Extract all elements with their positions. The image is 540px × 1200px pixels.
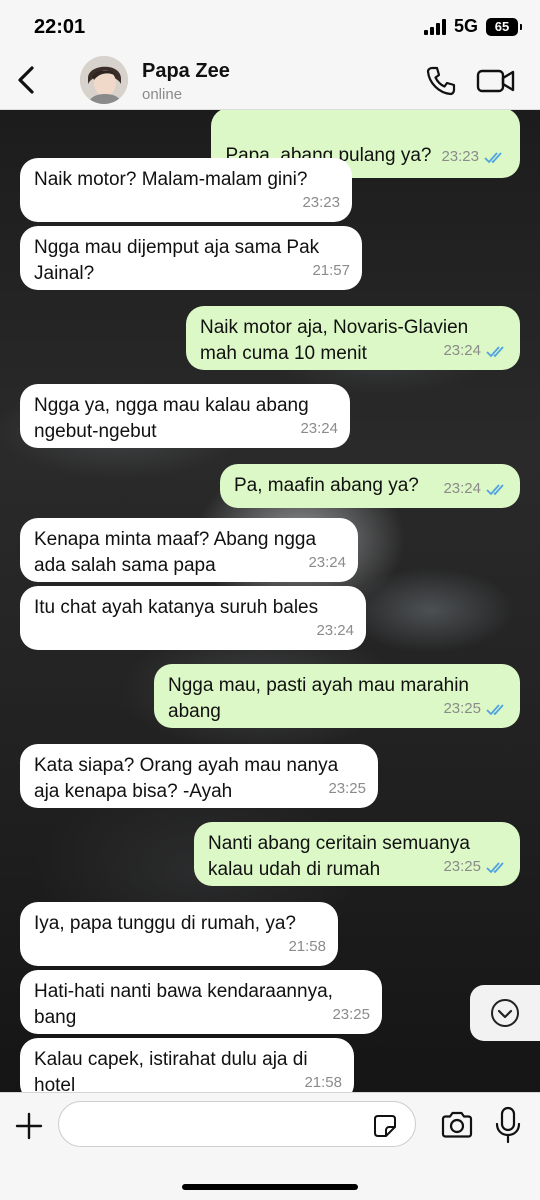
chat-area[interactable]: Papa, abang pulang ya? 23:23 Naik motor? … bbox=[0, 110, 540, 1092]
message-text: Kenapa minta maaf? Abang ngga ada salah … bbox=[34, 529, 317, 576]
message-incoming[interactable]: Kenapa minta maaf? Abang ngga ada salah … bbox=[20, 518, 358, 582]
avatar[interactable] bbox=[80, 56, 128, 104]
message-incoming[interactable]: Naik motor? Malam-malam gini? 23:23 bbox=[20, 158, 352, 222]
plus-icon[interactable] bbox=[14, 1111, 44, 1141]
message-outgoing[interactable]: Pa, maafin abang ya? 23:24 bbox=[220, 464, 520, 508]
message-outgoing[interactable]: Ngga mau, pasti ayah mau marahin abang 2… bbox=[154, 664, 520, 728]
message-composer bbox=[0, 1092, 540, 1200]
microphone-icon[interactable] bbox=[494, 1105, 522, 1145]
message-incoming[interactable]: Iya, papa tunggu di rumah, ya? 21:58 bbox=[20, 902, 338, 966]
double-check-icon bbox=[486, 483, 504, 495]
message-text: Ngga mau dijemput aja sama Pak Jainal? bbox=[34, 237, 320, 284]
message-text: Kalau capek, istirahat dulu aja di hotel bbox=[34, 1049, 308, 1092]
message-outgoing[interactable]: Naik motor aja, Novaris-Glavien mah cuma… bbox=[186, 306, 520, 370]
avatar-image bbox=[80, 56, 128, 104]
message-text: Itu chat ayah katanya suruh bales bbox=[34, 597, 319, 618]
message-text: Iya, papa tunggu di rumah, ya? bbox=[34, 913, 296, 934]
status-indicators: 5G 65 bbox=[423, 16, 522, 37]
chat-header: Papa Zee online bbox=[0, 52, 540, 110]
message-time: 23:25 bbox=[443, 858, 481, 875]
status-bar: 22:01 5G 65 bbox=[0, 0, 540, 52]
chevron-down-icon bbox=[491, 999, 519, 1027]
video-camera-icon[interactable] bbox=[476, 66, 516, 96]
message-incoming[interactable]: Hati-hati nanti bawa kendaraannya, bang … bbox=[20, 970, 382, 1034]
sticker-icon[interactable] bbox=[372, 1113, 398, 1139]
signal-icon bbox=[423, 18, 446, 35]
double-check-icon bbox=[484, 151, 502, 163]
message-meta: 23:25 bbox=[443, 696, 508, 722]
camera-icon[interactable] bbox=[440, 1110, 474, 1140]
message-incoming[interactable]: Ngga mau dijemput aja sama Pak Jainal? 2… bbox=[20, 226, 362, 290]
message-incoming[interactable]: Kalau capek, istirahat dulu aja di hotel… bbox=[20, 1038, 354, 1092]
message-meta: 23:24 bbox=[443, 476, 508, 502]
message-time: 23:25 bbox=[328, 780, 366, 797]
contact-status: online bbox=[142, 86, 183, 103]
message-time: 23:23 bbox=[441, 148, 479, 165]
message-time: 23:24 bbox=[316, 622, 354, 639]
battery-icon: 65 bbox=[486, 17, 522, 36]
message-time: 23:24 bbox=[443, 342, 481, 359]
message-time: 23:23 bbox=[302, 194, 340, 211]
message-time: 23:24 bbox=[300, 420, 338, 437]
home-indicator bbox=[182, 1184, 358, 1190]
message-time: 21:58 bbox=[288, 938, 326, 955]
message-incoming[interactable]: Itu chat ayah katanya suruh bales 23:24 bbox=[20, 586, 366, 650]
message-text: Ngga ya, ngga mau kalau abang ngebut-nge… bbox=[34, 395, 309, 442]
message-time: 23:25 bbox=[443, 700, 481, 717]
double-check-icon bbox=[486, 345, 504, 357]
double-check-icon bbox=[486, 703, 504, 715]
message-incoming[interactable]: Kata siapa? Orang ayah mau nanya aja ken… bbox=[20, 744, 378, 808]
message-meta: 23:23 bbox=[441, 144, 506, 170]
message-text: Kata siapa? Orang ayah mau nanya aja ken… bbox=[34, 755, 339, 802]
contact-name[interactable]: Papa Zee bbox=[142, 60, 230, 83]
message-meta: 23:24 bbox=[443, 338, 508, 364]
message-input[interactable] bbox=[58, 1101, 416, 1147]
message-time: 23:24 bbox=[308, 554, 346, 571]
message-time: 21:58 bbox=[304, 1074, 342, 1091]
message-text: Hati-hati nanti bawa kendaraannya, bang bbox=[34, 981, 333, 1028]
message-outgoing[interactable]: Nanti abang ceritain semuanya kalau udah… bbox=[194, 822, 520, 886]
scroll-to-bottom-button[interactable] bbox=[470, 985, 540, 1041]
status-time: 22:01 bbox=[34, 16, 86, 38]
message-time: 23:25 bbox=[332, 1006, 370, 1023]
double-check-icon bbox=[486, 861, 504, 873]
message-time: 21:57 bbox=[312, 262, 350, 279]
message-text: Naik motor? Malam-malam gini? bbox=[34, 169, 308, 190]
chevron-left-icon[interactable] bbox=[12, 62, 42, 98]
network-type: 5G bbox=[453, 16, 478, 36]
message-time: 23:24 bbox=[443, 480, 481, 497]
message-incoming[interactable]: Ngga ya, ngga mau kalau abang ngebut-nge… bbox=[20, 384, 350, 448]
phone-icon[interactable] bbox=[424, 64, 458, 98]
message-meta: 23:25 bbox=[443, 854, 508, 880]
